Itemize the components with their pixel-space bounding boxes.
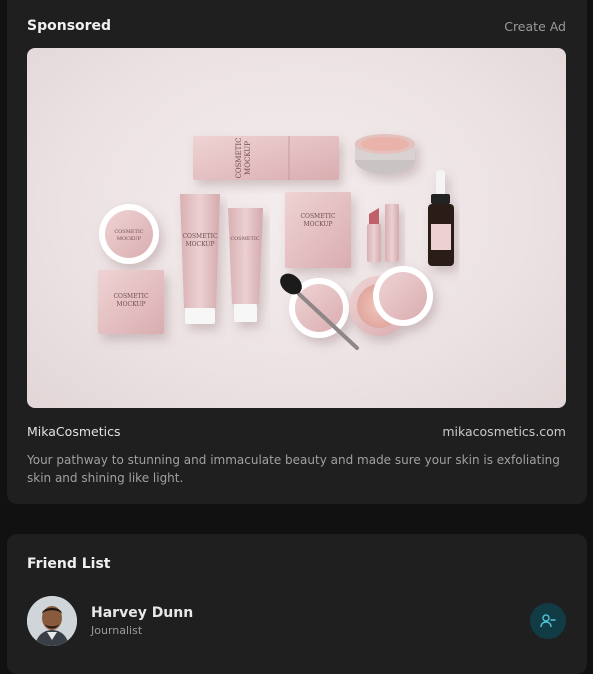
friend-list-item[interactable]: Harvey Dunn Journalist: [27, 596, 566, 646]
avatar-portrait-icon: [27, 596, 77, 646]
lipstick: [367, 204, 399, 262]
create-ad-link[interactable]: Create Ad: [504, 19, 566, 34]
avatar[interactable]: [27, 596, 77, 646]
friend-name[interactable]: Harvey Dunn: [91, 605, 193, 621]
sponsored-card: Sponsored Create Ad COSMETIC MOCKUP COSM…: [7, 0, 587, 504]
long-box: COSMETIC MOCKUP: [193, 136, 339, 180]
svg-text:COSMETIC: COSMETIC: [230, 236, 259, 242]
round-jar: COSMETIC MOCKUP: [99, 204, 159, 264]
dropper-bottle: [428, 170, 454, 266]
user-minus-icon: [540, 614, 556, 628]
svg-text:MOCKUP: MOCKUP: [303, 221, 332, 228]
ad-description: Your pathway to stunning and immaculate …: [27, 453, 560, 485]
svg-text:MOCKUP: MOCKUP: [185, 241, 214, 248]
ad-image[interactable]: COSMETIC MOCKUP COSMETIC MOCKUP COSMETIC…: [27, 48, 566, 408]
powder-jar: [355, 134, 415, 174]
svg-text:COSMETIC: COSMETIC: [113, 293, 149, 300]
tube-large: COSMETIC MOCKUP: [180, 194, 220, 324]
compact-pink: [349, 266, 433, 336]
cosmetics-product-illustration: COSMETIC MOCKUP COSMETIC MOCKUP COSMETIC…: [98, 134, 454, 350]
brand-name[interactable]: MikaCosmetics: [27, 424, 120, 439]
svg-text:COSMETIC: COSMETIC: [182, 233, 218, 240]
sponsored-title: Sponsored: [27, 18, 112, 34]
square-box: COSMETIC MOCKUP: [98, 270, 164, 334]
sachet: COSMETIC MOCKUP: [285, 192, 351, 268]
ad-meta: MikaCosmetics mikacosmetics.com: [27, 424, 566, 439]
svg-text:MOCKUP: MOCKUP: [117, 236, 142, 242]
svg-text:MOCKUP: MOCKUP: [116, 301, 145, 308]
svg-text:MOCKUP: MOCKUP: [244, 141, 252, 175]
friend-list-title: Friend List: [27, 556, 111, 572]
friend-role: Journalist: [91, 624, 143, 637]
friend-list-card: Friend List Harvey Dunn Journalist: [7, 534, 587, 674]
brand-url-link[interactable]: mikacosmetics.com: [442, 424, 566, 439]
svg-text:COSMETIC: COSMETIC: [300, 213, 336, 220]
friend-info: Harvey Dunn Journalist: [91, 605, 193, 637]
remove-friend-button[interactable]: [530, 603, 566, 639]
svg-text:COSMETIC: COSMETIC: [114, 229, 143, 235]
svg-text:COSMETIC: COSMETIC: [235, 138, 243, 179]
tube-small: COSMETIC: [228, 208, 263, 322]
sponsored-header: Sponsored Create Ad: [27, 18, 566, 34]
